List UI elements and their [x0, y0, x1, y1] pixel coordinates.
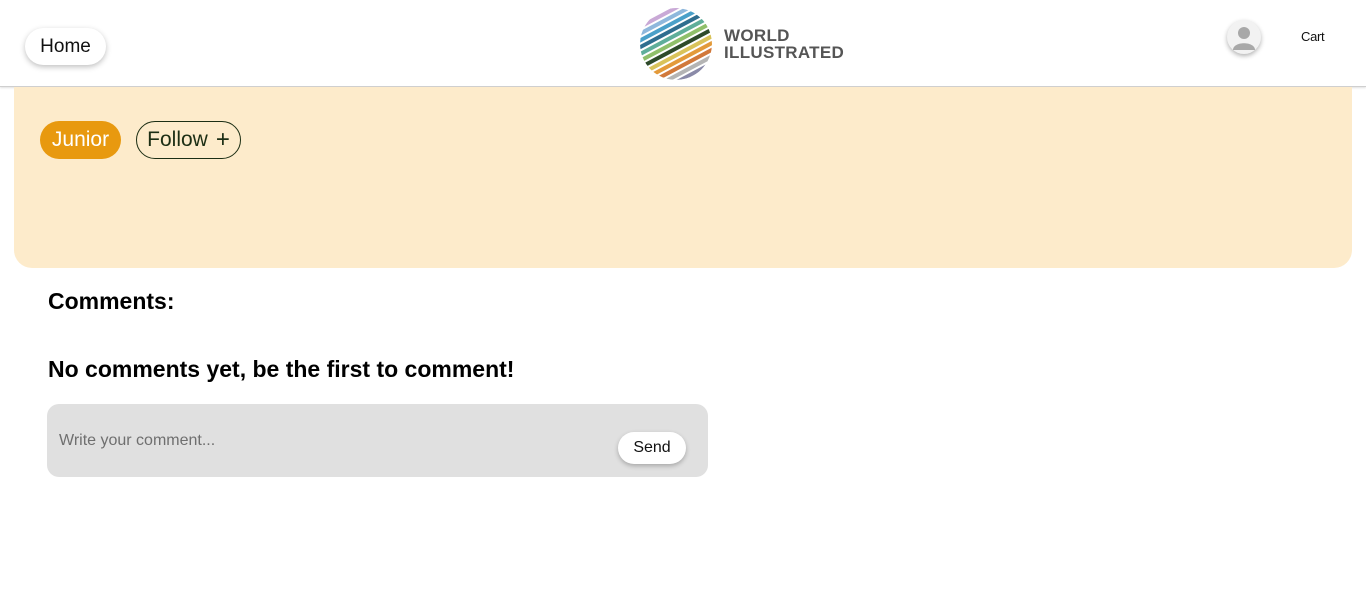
- logo-line-2: ILLUSTRATED: [724, 43, 845, 62]
- follow-label: Follow: [147, 128, 208, 151]
- comment-input[interactable]: [59, 430, 599, 452]
- comment-form: Send: [47, 404, 708, 477]
- logo-line-1: WORLD: [724, 26, 790, 45]
- user-avatar-button[interactable]: [1227, 20, 1261, 54]
- empty-comments-message: No comments yet, be the first to comment…: [48, 356, 515, 382]
- logo-text: WORLD ILLUSTRATED: [724, 27, 844, 61]
- comments-heading: Comments:: [48, 288, 175, 314]
- globe-logo-icon: [640, 8, 712, 80]
- cart-link[interactable]: Cart: [1301, 29, 1325, 44]
- profile-banner: Junior Follow +: [14, 87, 1352, 268]
- home-button[interactable]: Home: [25, 28, 106, 65]
- top-header: Home WORLD ILLUSTRATED Cart: [0, 0, 1366, 87]
- level-badge: Junior: [40, 121, 121, 159]
- user-avatar-icon: [1233, 27, 1255, 50]
- follow-button[interactable]: Follow +: [136, 121, 241, 159]
- plus-icon: +: [215, 126, 230, 153]
- site-logo[interactable]: WORLD ILLUSTRATED: [640, 8, 844, 80]
- send-button[interactable]: Send: [618, 432, 686, 464]
